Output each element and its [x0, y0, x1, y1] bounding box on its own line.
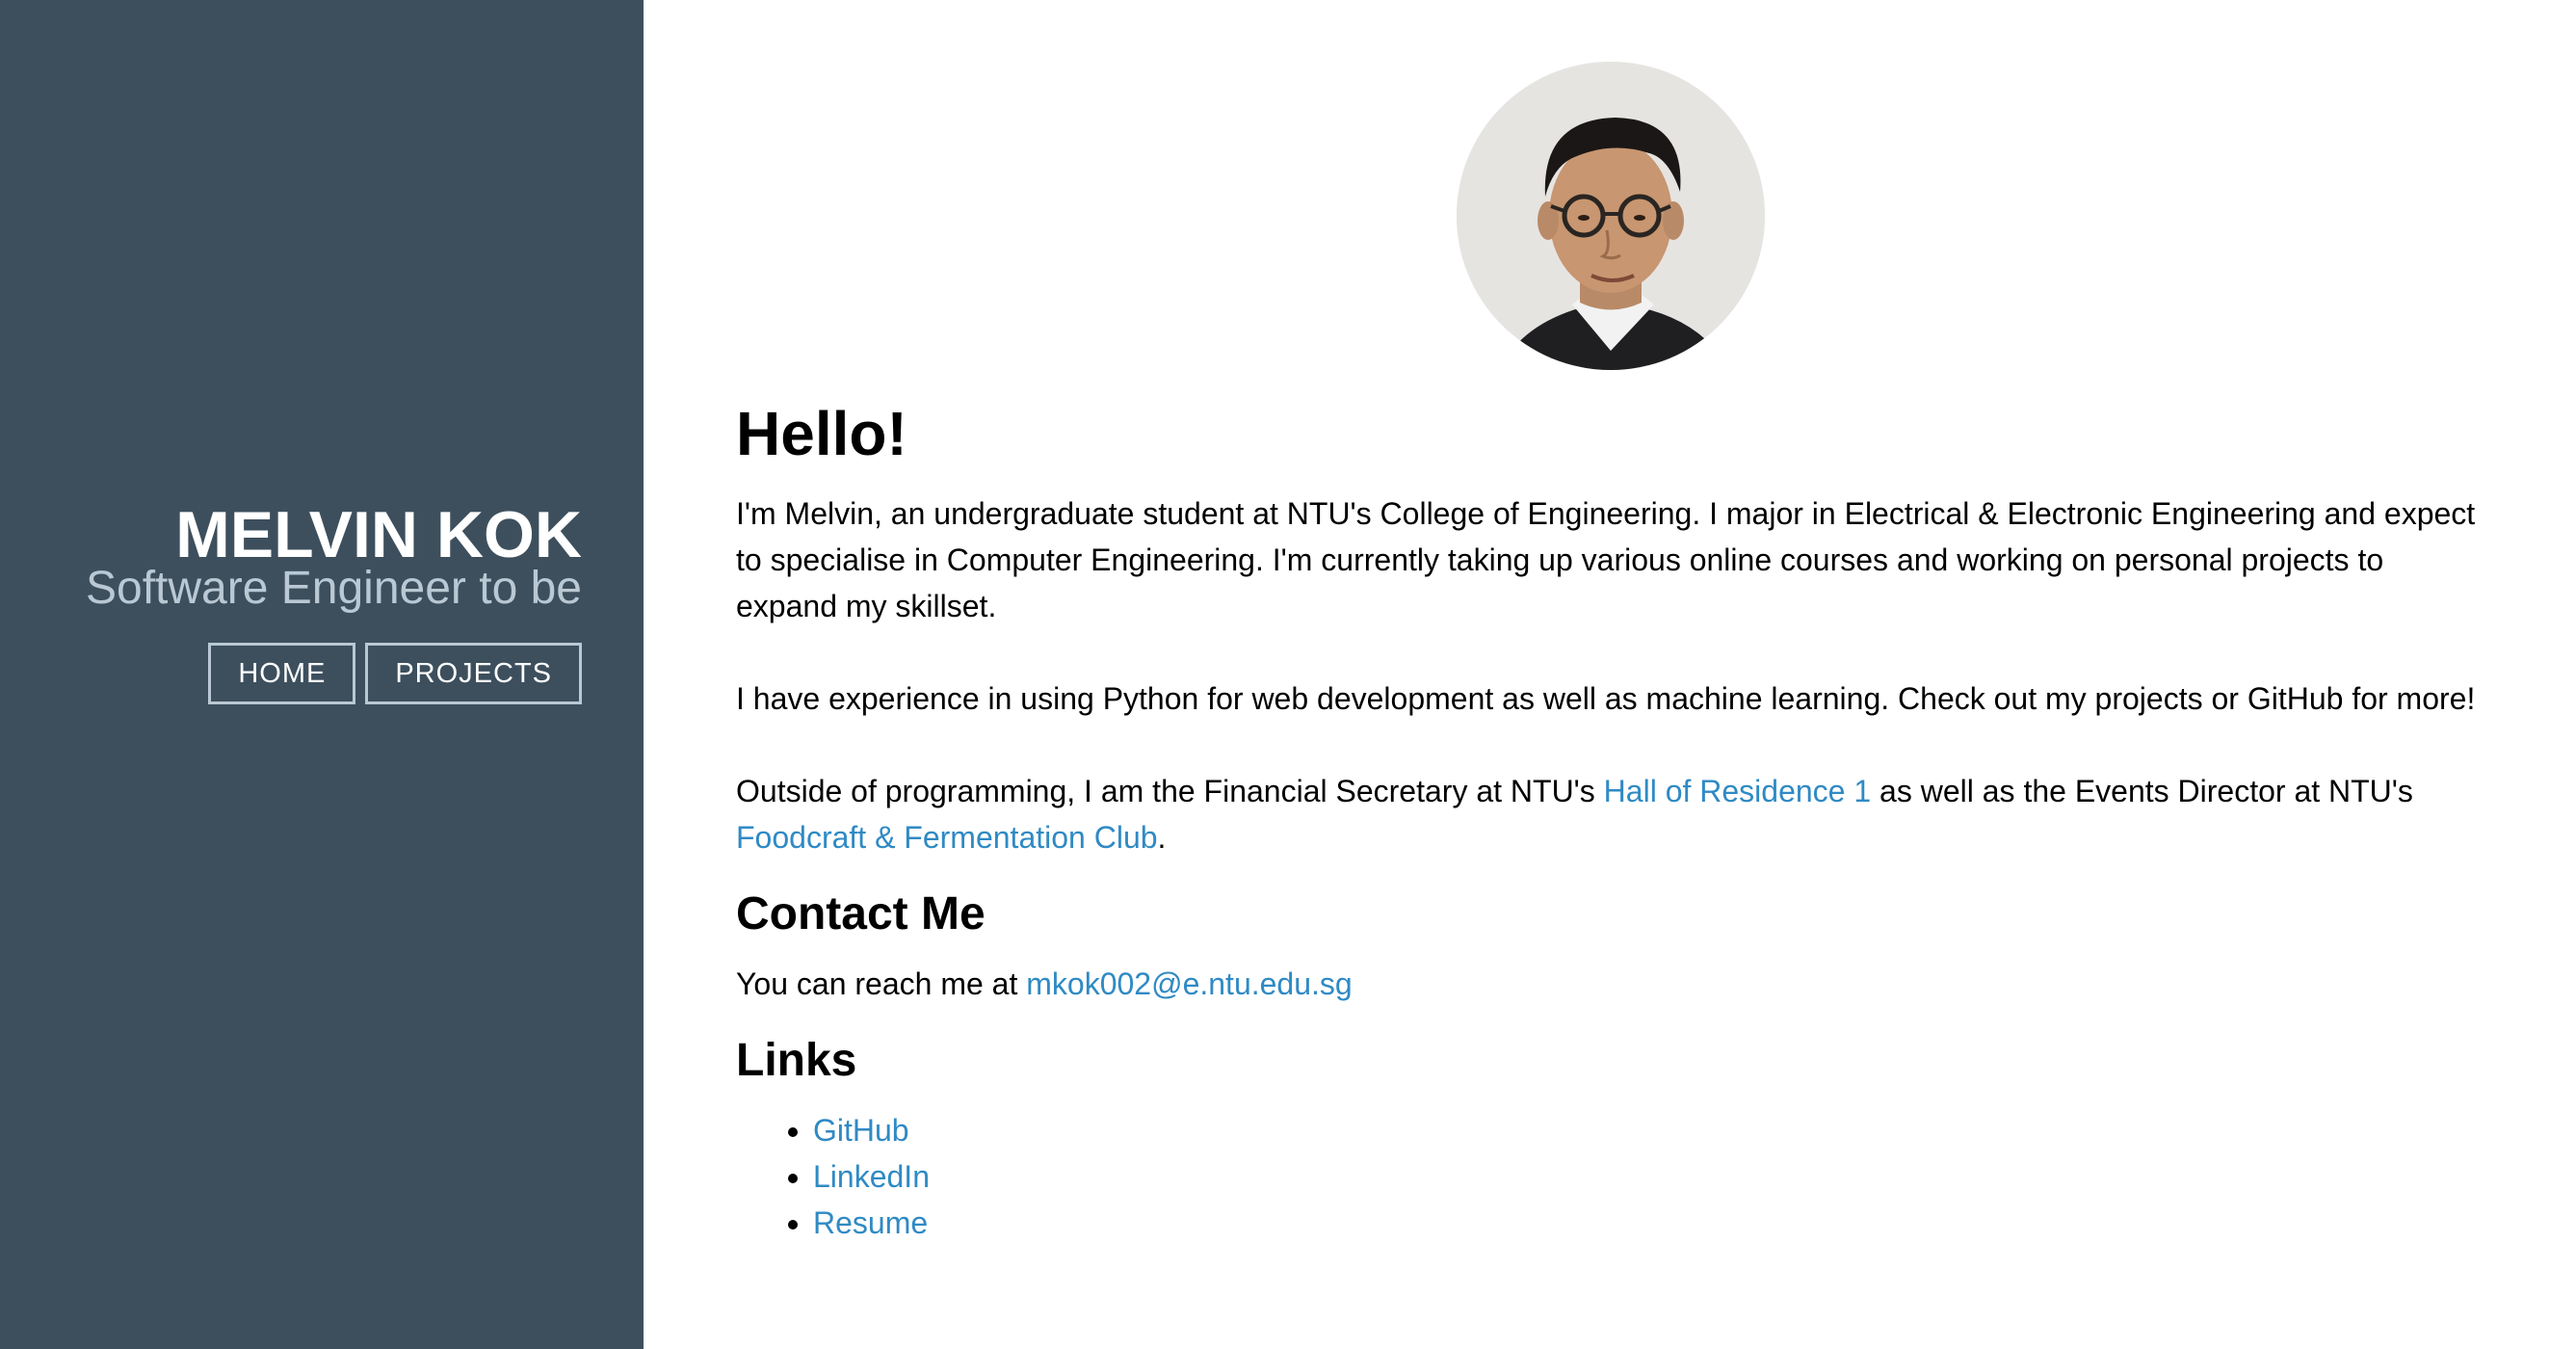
linkedin-link[interactable]: LinkedIn	[813, 1159, 930, 1194]
nav-home-button[interactable]: HOME	[208, 643, 356, 704]
intro-paragraph-3-text-middle: as well as the Events Director at NTU's	[1871, 774, 2413, 808]
site-tagline: Software Engineer to be	[86, 563, 582, 614]
contact-paragraph: You can reach me at mkok002@e.ntu.edu.sg	[736, 961, 2480, 1007]
profile-avatar	[1457, 62, 1765, 370]
hall-of-residence-link[interactable]: Hall of Residence 1	[1604, 774, 1871, 808]
brand: MELVIN KOK Software Engineer to be HOME …	[86, 496, 582, 704]
intro-paragraph-2: I have experience in using Python for we…	[736, 681, 2476, 716]
github-link[interactable]: GitHub	[813, 1113, 909, 1148]
foodcraft-club-link[interactable]: Foodcraft & Fermentation Club	[736, 820, 1158, 855]
resume-link[interactable]: Resume	[813, 1205, 928, 1240]
nav-bar: HOME PROJECTS	[86, 643, 582, 704]
intro-paragraph-3-text-end: .	[1157, 820, 1167, 855]
intro-paragraph-1: I'm Melvin, an undergraduate student at …	[736, 496, 2476, 623]
links-heading: Links	[736, 1035, 857, 1086]
profile-photo-icon	[1457, 62, 1765, 370]
contact-text: You can reach me at	[736, 966, 1027, 1001]
list-item: LinkedIn	[813, 1153, 2480, 1200]
email-link[interactable]: mkok002@e.ntu.edu.sg	[1026, 966, 1352, 1001]
nav-projects-button[interactable]: PROJECTS	[365, 643, 582, 704]
contact-heading: Contact Me	[736, 888, 986, 939]
hello-heading: Hello!	[736, 399, 907, 468]
sidebar: MELVIN KOK Software Engineer to be HOME …	[0, 0, 644, 1349]
about-section: Hello! I'm Melvin, an undergraduate stud…	[736, 390, 2480, 1246]
intro-paragraph-3-text-start: Outside of programming, I am the Financi…	[736, 774, 1604, 808]
list-item: GitHub	[813, 1107, 2480, 1153]
list-item: Resume	[813, 1200, 2480, 1246]
links-list: GitHub LinkedIn Resume	[736, 1107, 2480, 1246]
intro-paragraph-3: Outside of programming, I am the Financi…	[736, 768, 2480, 860]
